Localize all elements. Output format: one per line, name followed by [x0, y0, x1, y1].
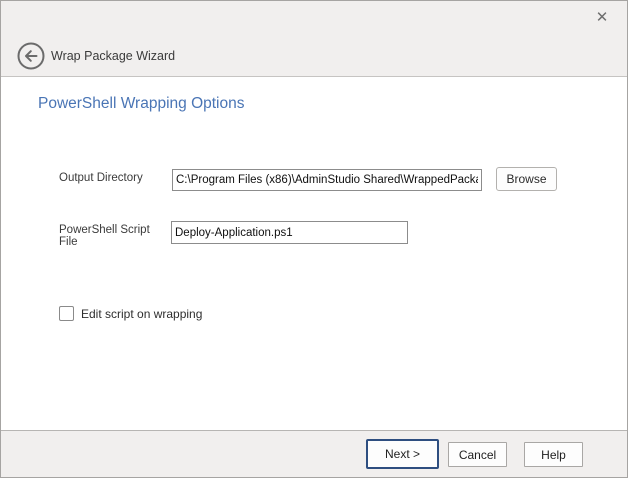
wizard-header-row: Wrap Package Wizard — [17, 42, 175, 70]
close-button[interactable]: ✕ — [590, 6, 614, 30]
wizard-page-content: PowerShell Wrapping Options Output Direc… — [1, 77, 627, 432]
script-file-input[interactable] — [171, 221, 408, 244]
back-button[interactable] — [17, 42, 45, 70]
wizard-footer: Next > Cancel Help — [1, 430, 627, 477]
edit-script-checkbox[interactable] — [59, 306, 74, 321]
output-directory-row: Output Directory Browse — [59, 169, 557, 191]
close-icon: ✕ — [596, 9, 609, 26]
next-button[interactable]: Next > — [366, 439, 439, 469]
output-directory-label: Output Directory — [59, 169, 172, 184]
help-button[interactable]: Help — [524, 442, 583, 467]
wizard-header: ✕ Wrap Package Wizard — [1, 1, 627, 77]
wizard-title: Wrap Package Wizard — [51, 49, 175, 63]
cancel-button[interactable]: Cancel — [448, 442, 507, 467]
script-file-label: PowerShell Script File — [59, 221, 171, 248]
edit-script-row: Edit script on wrapping — [59, 306, 202, 321]
edit-script-label: Edit script on wrapping — [81, 307, 202, 321]
script-file-row: PowerShell Script File — [59, 221, 408, 248]
browse-button[interactable]: Browse — [496, 167, 557, 191]
output-directory-input[interactable] — [172, 169, 482, 191]
back-arrow-icon — [17, 42, 45, 70]
page-title: PowerShell Wrapping Options — [38, 95, 245, 113]
wrap-package-wizard-dialog: ✕ Wrap Package Wizard PowerShell Wrappin… — [0, 0, 628, 478]
